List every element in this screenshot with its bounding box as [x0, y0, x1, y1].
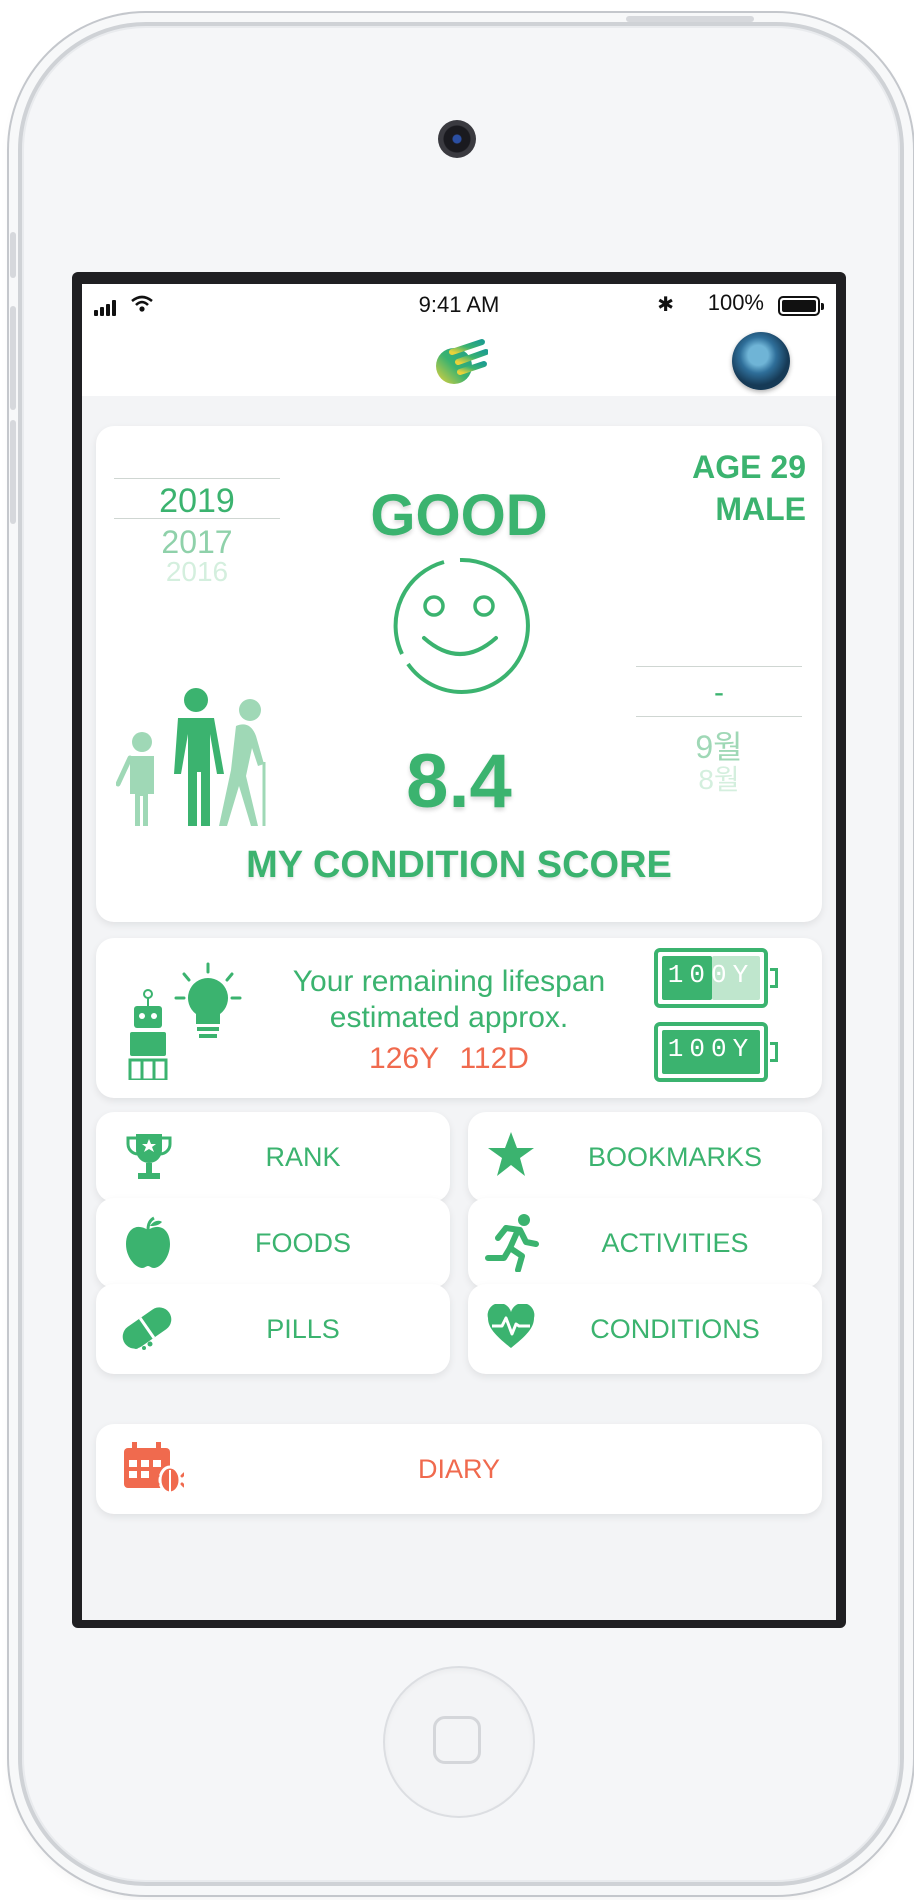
- conditions-button[interactable]: CONDITIONS: [468, 1284, 822, 1374]
- bluetooth-icon: ✱: [657, 294, 674, 316]
- lifespan-card[interactable]: Your remaining lifespan estimated approx…: [96, 938, 822, 1098]
- battery-percent: 100%: [707, 290, 764, 315]
- bookmarks-button[interactable]: BOOKMARKS: [468, 1112, 822, 1202]
- heart-pulse-icon: [487, 1304, 535, 1348]
- app-logo-icon: [436, 339, 488, 384]
- mute-switch: [10, 232, 16, 278]
- condition-score-value: 8.4: [406, 739, 512, 824]
- month-option[interactable]: 8월: [636, 758, 802, 798]
- power-button: [626, 16, 754, 22]
- foods-label: FOODS: [254, 1228, 351, 1258]
- age-gender: AGE 29 MALE: [692, 446, 806, 530]
- family-generations-icon: [116, 688, 266, 826]
- lifespan-days: 112D: [459, 1042, 529, 1075]
- front-camera: [438, 120, 476, 158]
- condition-score-label: MY CONDITION SCORE: [246, 844, 672, 886]
- diary-label: DIARY: [417, 1454, 501, 1484]
- home-button[interactable]: [383, 1666, 535, 1818]
- lifespan-message: Your remaining lifespan estimated approx…: [282, 964, 616, 1036]
- star-icon: [488, 1132, 534, 1176]
- condition-score-card: 2019 2017 2016 GOOD AGE 29 MALE - 9월 8월: [96, 426, 822, 922]
- apple-icon: [126, 1216, 170, 1268]
- rank-label: RANK: [265, 1142, 341, 1172]
- foods-button[interactable]: FOODS: [96, 1198, 450, 1288]
- user-avatar[interactable]: [732, 332, 790, 390]
- app-header: [82, 328, 836, 396]
- volume-down-button: [10, 420, 16, 524]
- activities-button[interactable]: ACTIVITIES: [468, 1198, 822, 1288]
- status-bar: 9:41 AM ✱ 100%: [82, 284, 836, 328]
- battery-icon: [778, 296, 824, 316]
- bookmarks-label: BOOKMARKS: [587, 1142, 763, 1172]
- pills-button[interactable]: PILLS: [96, 1284, 450, 1374]
- rank-button[interactable]: RANK: [96, 1112, 450, 1202]
- activities-label: ACTIVITIES: [601, 1228, 749, 1258]
- lifespan-battery-2: 100Y: [654, 1022, 778, 1082]
- battery-label: 100Y: [667, 1034, 755, 1064]
- pills-label: PILLS: [266, 1314, 340, 1344]
- diary-button[interactable]: DIARY: [96, 1424, 822, 1514]
- year-selected[interactable]: 2019: [114, 482, 280, 521]
- month-selected[interactable]: -: [636, 676, 802, 710]
- lifespan-value: 126Y 112D: [282, 1042, 616, 1076]
- screen: 9:41 AM ✱ 100% 2019 2017 2016 GOOD AGE 2…: [82, 284, 836, 1620]
- year-option[interactable]: 2016: [114, 556, 280, 588]
- running-icon: [485, 1214, 539, 1272]
- lifespan-line1: Your remaining lifespan: [292, 965, 606, 998]
- robot-idea-icon: [128, 962, 242, 1080]
- condition-status: GOOD: [370, 483, 548, 548]
- age-label: AGE 29: [692, 449, 806, 485]
- gender-label: MALE: [715, 491, 806, 527]
- lifespan-line2: estimated approx.: [329, 1001, 569, 1034]
- smiley-face-icon: [393, 557, 530, 694]
- battery-label: 100Y: [667, 960, 755, 990]
- conditions-label: CONDITIONS: [590, 1314, 760, 1344]
- lifespan-years: 126Y: [369, 1042, 440, 1075]
- lifespan-battery-1: 100Y: [654, 948, 778, 1008]
- volume-up-button: [10, 306, 16, 410]
